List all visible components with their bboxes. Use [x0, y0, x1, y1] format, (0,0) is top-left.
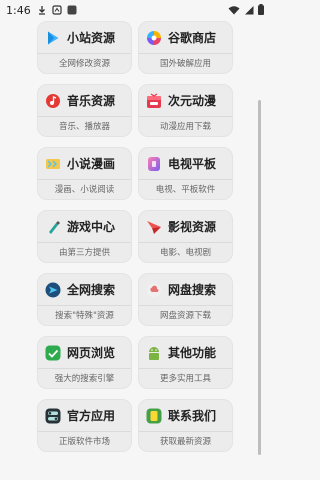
card-web-browse[interactable]: 网页浏览 强大的搜索引擎 [37, 336, 132, 389]
nav-bar [0, 460, 270, 480]
android-icon [145, 344, 162, 361]
card-other-functions[interactable]: 其他功能 更多实用工具 [138, 336, 233, 389]
download-icon [37, 5, 47, 15]
card-video[interactable]: 影视资源 电影、电视剧 [138, 210, 233, 263]
status-time: 1:46 [6, 3, 31, 17]
play-store-icon [44, 29, 61, 46]
card-title: 其他功能 [168, 346, 217, 360]
card-subtitle: 正版软件市场 [38, 431, 131, 453]
status-bar: 1:46 [0, 0, 270, 20]
card-title: 游戏中心 [67, 220, 116, 234]
card-subtitle: 电影、电视剧 [139, 242, 232, 264]
card-subtitle: 强大的搜索引擎 [38, 368, 131, 390]
card-game-center[interactable]: 游戏中心 由第三方提供 [37, 210, 132, 263]
card-title: 联系我们 [168, 409, 217, 423]
card-title: 影视资源 [168, 220, 217, 234]
card-music[interactable]: 音乐资源 音乐、播放器 [37, 84, 132, 137]
card-subtitle: 搜索"特殊"资源 [38, 305, 131, 327]
card-web-search[interactable]: 全网搜索 搜索"特殊"资源 [37, 273, 132, 326]
card-title: 次元动漫 [168, 94, 217, 108]
card-subtitle: 动漫应用下载 [139, 116, 232, 138]
card-contact-us[interactable]: 联系我们 获取最新资源 [138, 399, 233, 452]
card-subtitle: 由第三方提供 [38, 242, 131, 264]
status-right [228, 4, 264, 18]
card-cloud-search[interactable]: 网盘搜索 网盘资源下载 [138, 273, 233, 326]
gift-box-icon [145, 92, 162, 109]
card-subtitle: 国外破解应用 [139, 53, 232, 75]
card-title: 全网搜索 [67, 283, 116, 297]
card-title: 网盘搜索 [168, 283, 217, 297]
card-tv-tablet[interactable]: 电视平板 电视、平板软件 [138, 147, 233, 200]
card-title: 谷歌商店 [168, 31, 217, 45]
card-official-apps[interactable]: 官方应用 正版软件市场 [37, 399, 132, 452]
paper-plane-icon [145, 218, 162, 235]
gamepad-icon [44, 218, 61, 235]
card-subtitle: 网盘资源下载 [139, 305, 232, 327]
app-notification-icon [67, 5, 77, 15]
notification-icon [52, 5, 62, 15]
card-subtitle: 获取最新资源 [139, 431, 232, 453]
card-subtitle: 漫画、小说阅读 [38, 179, 131, 201]
card-subtitle: 更多实用工具 [139, 368, 232, 390]
check-browser-icon [44, 344, 61, 361]
card-title: 电视平板 [168, 157, 217, 171]
scrollbar[interactable] [258, 100, 261, 455]
card-xiaozhan[interactable]: 小站资源 全网修改资源 [37, 21, 132, 74]
card-title: 小说漫画 [67, 157, 116, 171]
music-note-icon [44, 92, 61, 109]
card-subtitle: 音乐、播放器 [38, 116, 131, 138]
card-anime[interactable]: 次元动漫 动漫应用下载 [138, 84, 233, 137]
card-title: 网页浏览 [67, 346, 116, 360]
tablet-icon [145, 155, 162, 172]
card-subtitle: 电视、平板软件 [139, 179, 232, 201]
book-icon [44, 155, 61, 172]
signal-icon [244, 5, 254, 18]
toggle-app-icon [44, 407, 61, 424]
wifi-icon [228, 5, 240, 18]
card-title: 官方应用 [67, 409, 116, 423]
card-subtitle: 全网修改资源 [38, 53, 131, 75]
battery-icon [258, 4, 264, 18]
cloud-drive-icon [145, 281, 162, 298]
pinwheel-icon [145, 29, 162, 46]
card-title: 音乐资源 [67, 94, 116, 108]
contact-phone-icon [145, 407, 162, 424]
search-arrow-icon [44, 281, 61, 298]
card-google-store[interactable]: 谷歌商店 国外破解应用 [138, 21, 233, 74]
card-title: 小站资源 [67, 31, 116, 45]
card-novel-comic[interactable]: 小说漫画 漫画、小说阅读 [37, 147, 132, 200]
